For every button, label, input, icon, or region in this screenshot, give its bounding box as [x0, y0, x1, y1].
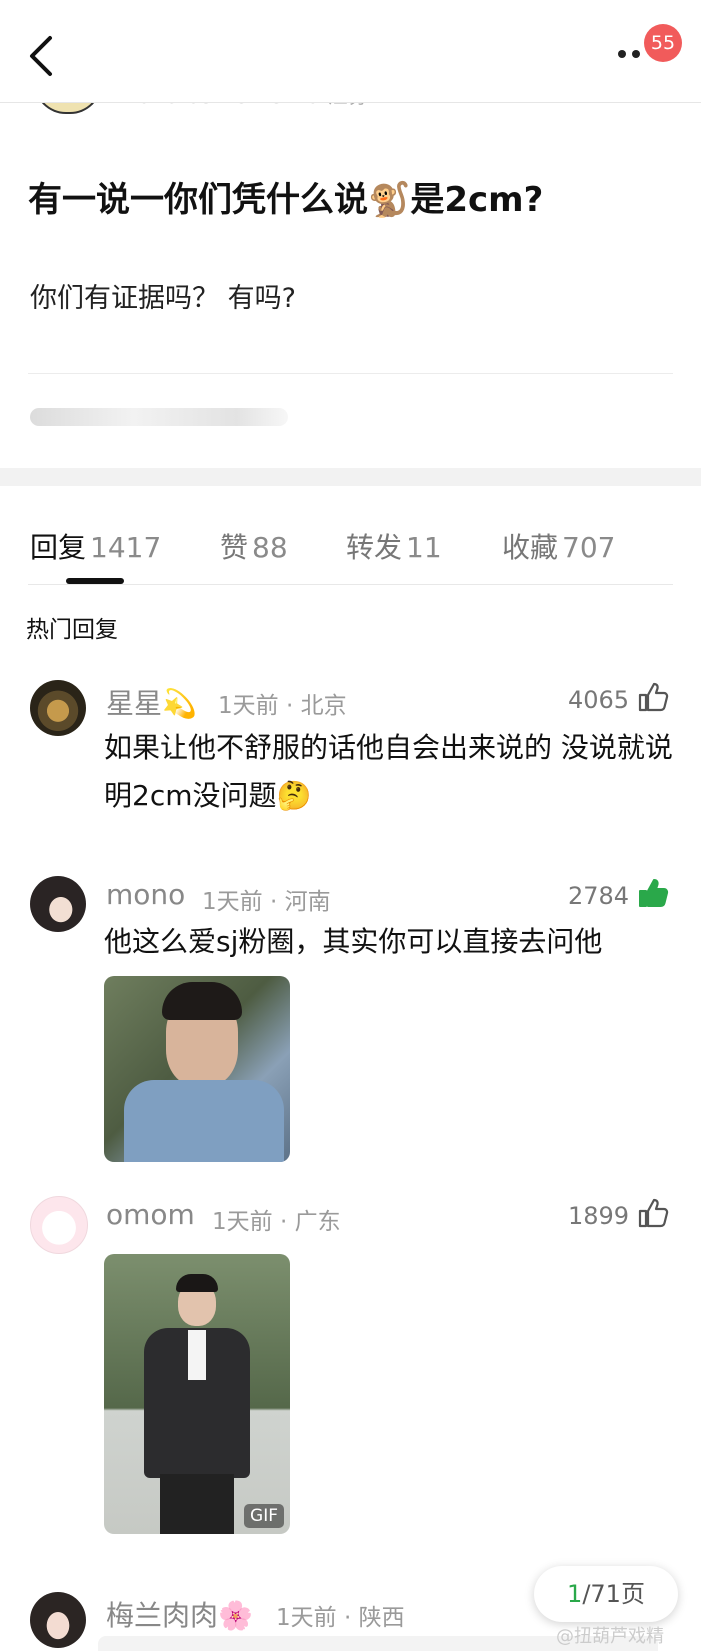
current-page: 1 — [567, 1580, 583, 1608]
tab-label: 收藏 — [502, 531, 559, 564]
comment-time: 1天前 — [218, 693, 279, 719]
hot-replies-title: 热门回复 — [26, 617, 118, 643]
watermark: @扭葫芦戏精 — [556, 1626, 664, 1647]
photo-figure — [162, 982, 242, 1020]
tab-label: 赞 — [220, 531, 249, 564]
tab-replies[interactable]: 回复 1417 — [30, 526, 161, 566]
tab-count: 1417 — [90, 531, 162, 564]
comment-author[interactable]: 梅兰肉肉🌸 — [106, 1594, 253, 1634]
like-button[interactable] — [636, 876, 670, 914]
comment-image[interactable] — [104, 976, 290, 1162]
notification-badge[interactable]: 55 — [644, 24, 682, 62]
section-separator — [0, 468, 701, 486]
comment-meta: 1天前 · 广东 — [212, 1209, 341, 1235]
gif-badge: GIF — [244, 1504, 284, 1528]
comment-author[interactable]: mono — [106, 878, 185, 911]
tab-likes[interactable]: 赞 88 — [220, 526, 288, 566]
comment-gif[interactable]: GIF — [104, 1254, 290, 1534]
comment-location: 广东 — [294, 1209, 341, 1235]
thumbs-up-icon — [638, 682, 669, 712]
blurred-info-bar — [30, 408, 288, 426]
tab-count: 707 — [562, 531, 616, 564]
comment-author[interactable]: 星星💫 — [106, 682, 197, 722]
photo-figure — [160, 1474, 234, 1534]
like-count: 4065 — [568, 686, 630, 714]
like-count: 1899 — [568, 1202, 630, 1230]
comment-meta: 1天前 · 北京 — [218, 693, 347, 719]
comment-location: 陕西 — [358, 1605, 405, 1631]
tab-label: 回复 — [30, 531, 87, 564]
page-indicator[interactable]: 1/71页 — [534, 1566, 678, 1622]
divider — [28, 584, 673, 585]
avatar[interactable] — [30, 1196, 88, 1254]
like-button[interactable] — [636, 1196, 670, 1234]
chevron-left-icon — [30, 36, 52, 76]
post-title: 有一说一你们凭什么说🐒是2cm? — [28, 180, 544, 220]
comment-time: 1天前 — [202, 889, 263, 915]
tab-count: 88 — [252, 531, 288, 564]
post-body: 你们有证据吗？ 有吗? — [30, 283, 296, 314]
thumbs-up-icon — [638, 1198, 669, 1228]
photo-figure — [188, 1330, 206, 1380]
divider — [28, 373, 673, 374]
tab-reposts[interactable]: 转发 11 — [346, 526, 442, 566]
total-pages: /71页 — [582, 1580, 645, 1608]
top-bar: 55 — [0, 0, 701, 103]
comment-text: 如果让他不舒服的话他自会出来说的 没说就说明2cm没问题🤔 — [104, 731, 673, 812]
back-button[interactable] — [24, 34, 64, 78]
comment-meta: 1天前 · 陕西 — [276, 1605, 405, 1631]
avatar[interactable] — [30, 680, 86, 736]
comment-time: 1天前 — [212, 1209, 273, 1235]
more-dots-icon[interactable] — [618, 50, 642, 60]
avatar[interactable] — [30, 1592, 86, 1648]
comment-location: 北京 — [300, 693, 347, 719]
comment-time: 1天前 — [276, 1605, 337, 1631]
tab-count: 11 — [406, 531, 442, 564]
tab-favorites[interactable]: 收藏 707 — [502, 526, 615, 566]
comment-author[interactable]: omom — [106, 1198, 195, 1231]
like-button[interactable] — [636, 680, 670, 718]
comment-meta: 1天前 · 河南 — [202, 889, 331, 915]
avatar[interactable] — [30, 876, 86, 932]
like-count: 2784 — [568, 882, 630, 910]
photo-figure — [124, 1080, 284, 1162]
comment-text: 他这么爱sj粉圈，其实你可以直接去问他 — [104, 925, 603, 958]
tab-label: 转发 — [346, 531, 403, 564]
photo-figure — [176, 1274, 218, 1292]
thumbs-up-filled-icon — [639, 879, 669, 907]
comment-location: 河南 — [284, 889, 331, 915]
